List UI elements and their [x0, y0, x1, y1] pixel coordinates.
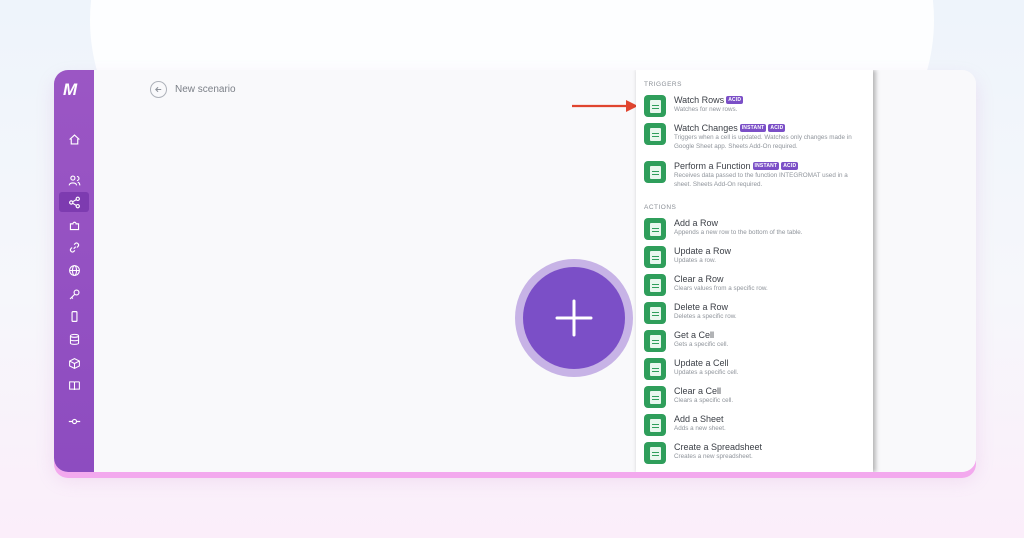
arrow-left-icon — [155, 86, 162, 93]
google-sheets-icon — [644, 442, 666, 464]
globe-icon[interactable] — [62, 261, 86, 279]
item-description: Updates a row. — [674, 257, 717, 264]
google-sheets-icon — [644, 414, 666, 436]
item-title: Clear a Cell — [674, 386, 722, 396]
database-icon[interactable] — [62, 330, 86, 348]
acid-badge: ACID — [768, 124, 786, 132]
item-description: Updates a specific cell. — [674, 369, 739, 376]
sidebar: M — [54, 70, 94, 472]
google-sheets-icon — [644, 123, 666, 145]
commit-icon[interactable] — [62, 412, 86, 430]
make-logo[interactable]: M — [63, 80, 77, 100]
key-icon[interactable] — [62, 285, 86, 303]
google-sheets-icon — [644, 330, 666, 352]
instant-badge: INSTANT — [739, 124, 767, 132]
item-description: Appends a new row to the bottom of the t… — [674, 229, 803, 236]
google-sheets-icon — [644, 302, 666, 324]
instant-badge: INSTANT — [752, 162, 780, 170]
plus-icon — [555, 299, 593, 337]
item-title: Delete a Row — [674, 302, 729, 312]
item-title: Update a Cell — [674, 358, 729, 368]
item-description: Clears a specific cell. — [674, 397, 734, 404]
acid-badge: ACID — [781, 162, 799, 170]
item-title: Update a Row — [674, 246, 732, 256]
item-description: Clears values from a specific row. — [674, 285, 768, 292]
google-sheets-icon — [644, 246, 666, 268]
item-description: Adds a new sheet. — [674, 425, 726, 432]
item-description: Receives data passed to the function INT… — [674, 172, 848, 188]
item-description: Triggers when a cell is updated. Watches… — [674, 134, 852, 150]
acid-badge: ACID — [726, 96, 744, 104]
item-description: Gets a specific cell. — [674, 341, 729, 348]
item-description: Creates a new spreadsheet. — [674, 453, 753, 460]
google-sheets-icon — [644, 386, 666, 408]
book-icon[interactable] — [62, 376, 86, 394]
item-title: Create a Spreadsheet — [674, 442, 763, 452]
item-title: Watch Rows — [674, 95, 725, 105]
actions-section-label: ACTIONS — [644, 204, 677, 211]
google-sheets-icon — [644, 274, 666, 296]
scenario-canvas[interactable]: New scenario TRIGGERS Watch Rows ACID Wat… — [94, 70, 976, 472]
item-title: Add a Sheet — [674, 414, 724, 424]
app-window: M New scenario TRIGGERS Watch Rows ACID … — [54, 70, 976, 472]
users-icon[interactable] — [62, 171, 86, 189]
item-description: Watches for new rows. — [674, 106, 738, 113]
pointer-arrow-icon — [572, 100, 638, 112]
google-sheets-icon — [644, 358, 666, 380]
add-module-button[interactable] — [523, 267, 625, 369]
item-title: Get a Cell — [674, 330, 715, 340]
item-title: Clear a Row — [674, 274, 724, 284]
puzzle-icon[interactable] — [62, 216, 86, 234]
google-sheets-icon — [644, 95, 666, 117]
item-title: Perform a Function — [674, 161, 751, 171]
share-icon[interactable] — [59, 192, 89, 212]
cube-icon[interactable] — [62, 354, 86, 372]
link-icon[interactable] — [62, 238, 86, 256]
phone-icon[interactable] — [62, 307, 86, 325]
item-title: Add a Row — [674, 218, 719, 228]
google-sheets-icon — [644, 218, 666, 240]
back-button[interactable] — [150, 81, 167, 98]
triggers-section-label: TRIGGERS — [644, 81, 682, 88]
google-sheets-icon — [644, 161, 666, 183]
scenario-title[interactable]: New scenario — [175, 84, 236, 95]
item-title: Watch Changes — [674, 123, 738, 133]
module-list-panel: TRIGGERS Watch Rows ACID Watches for new … — [636, 70, 873, 472]
item-description: Deletes a specific row. — [674, 313, 737, 320]
home-icon[interactable] — [62, 130, 86, 148]
